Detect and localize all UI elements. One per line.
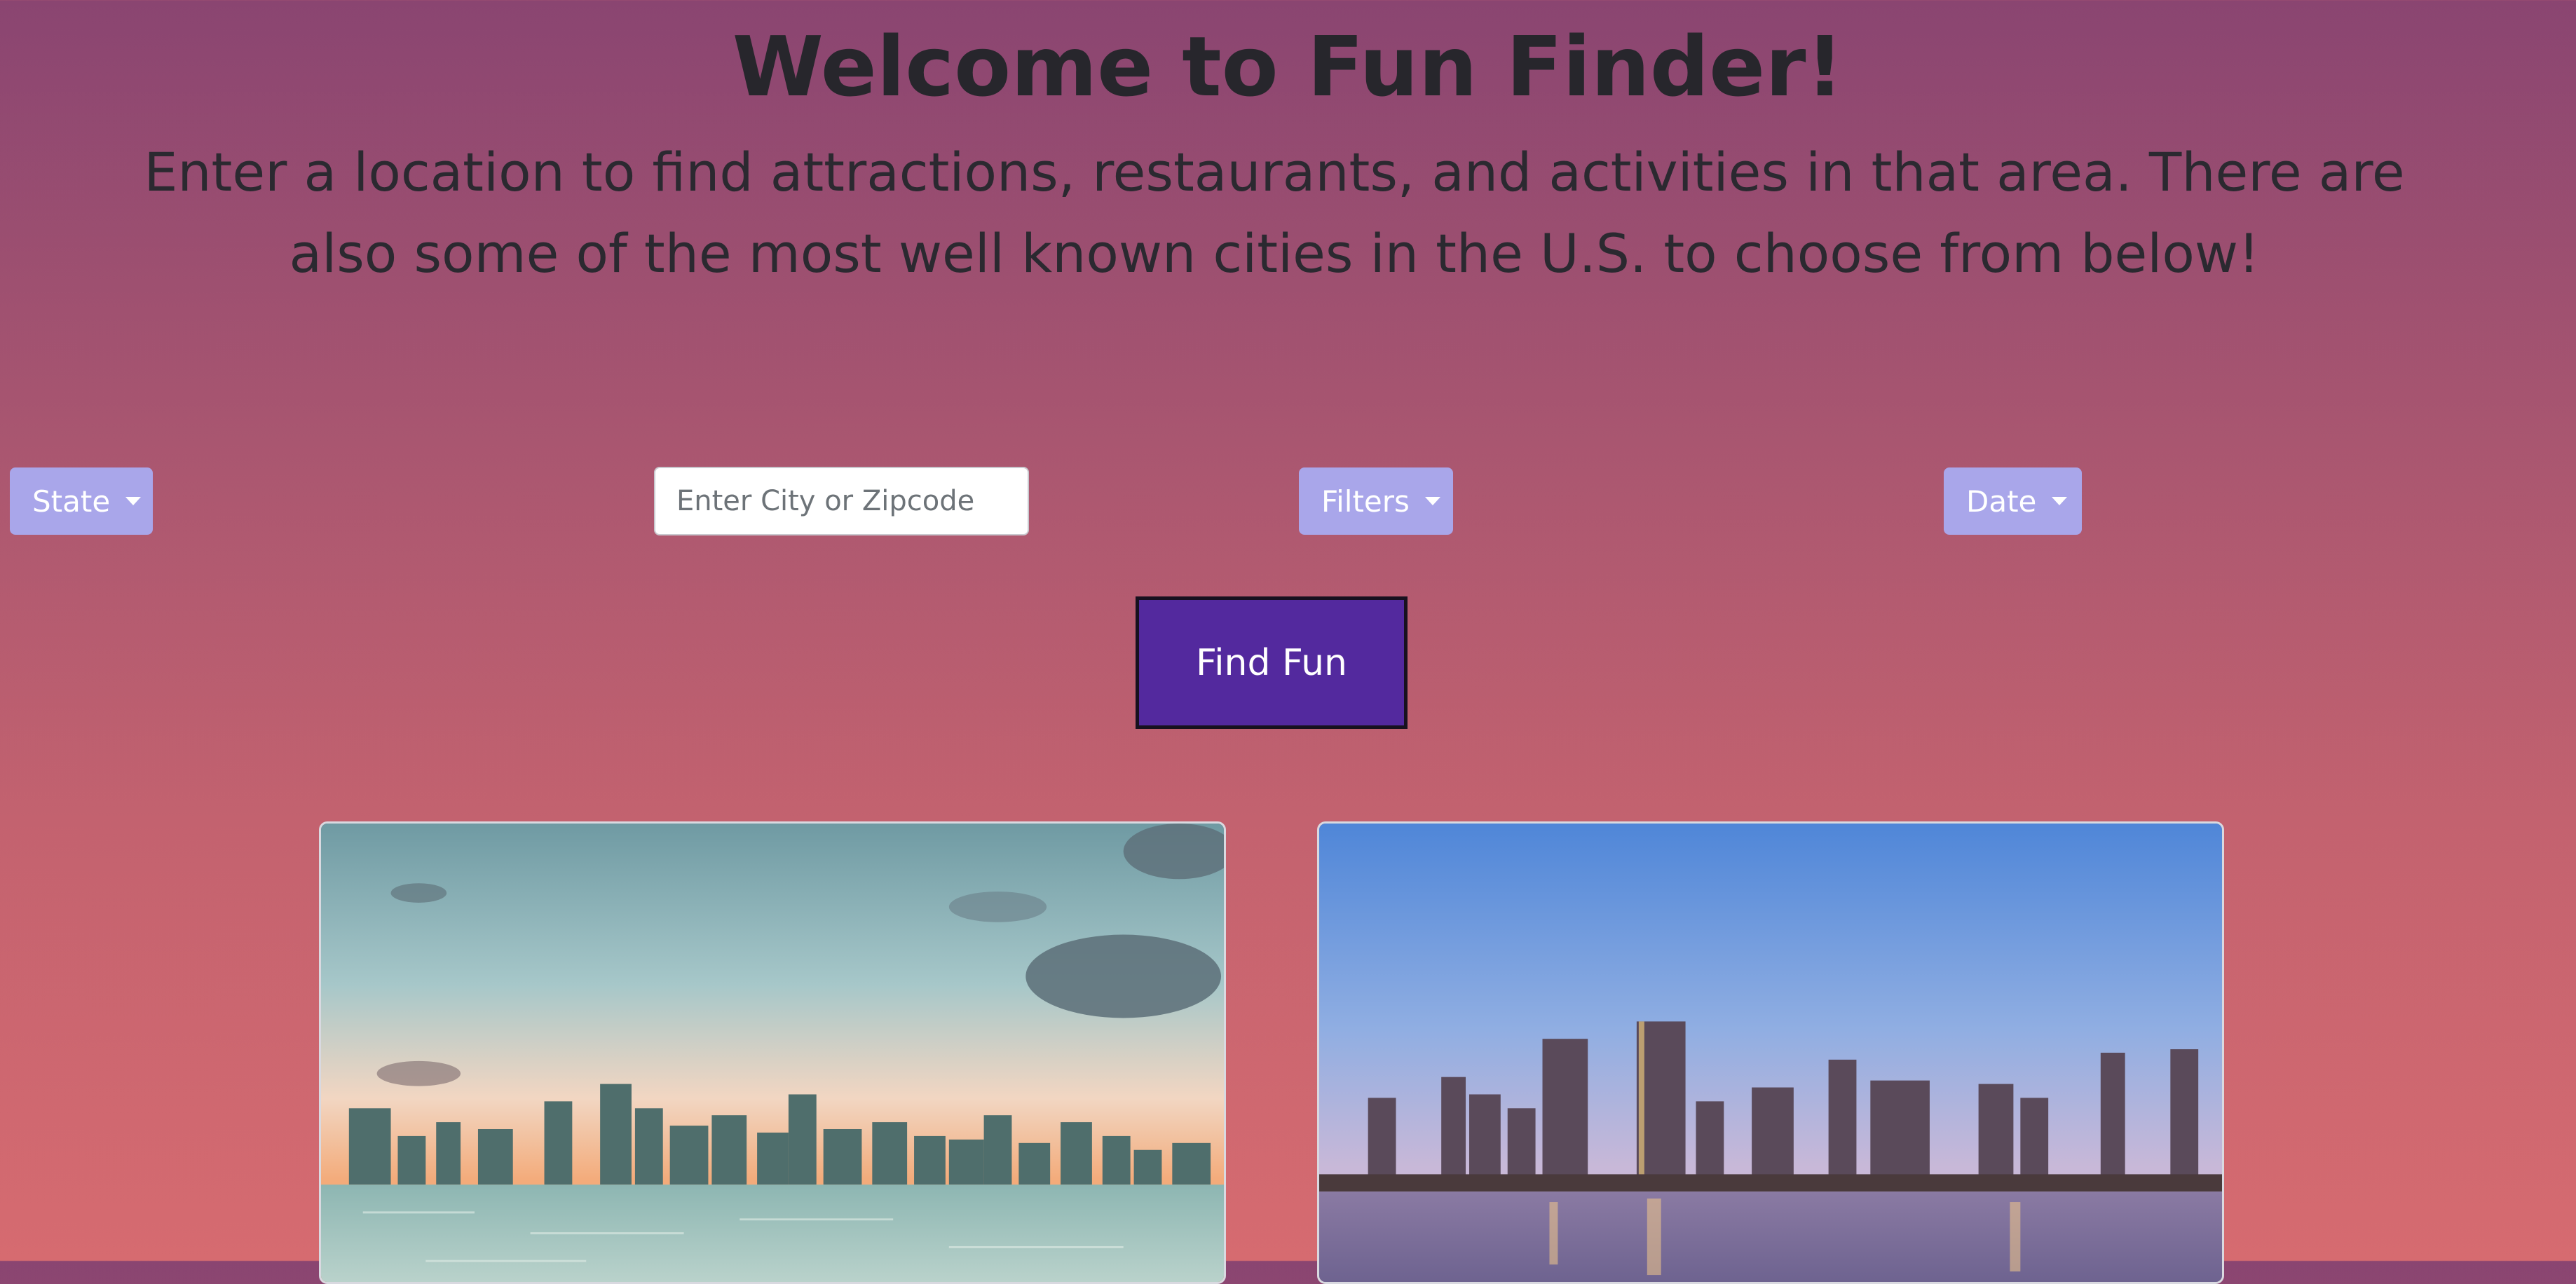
caret-down-icon xyxy=(2052,497,2068,505)
filters-dropdown-label: Filters xyxy=(1321,484,1410,519)
city-zipcode-input[interactable] xyxy=(654,467,1029,535)
miami-skyline-photo xyxy=(321,824,1224,1282)
city-card-san-diego[interactable] xyxy=(1317,821,2224,1284)
date-dropdown[interactable]: Date xyxy=(1944,467,2082,535)
san-diego-skyline-photo xyxy=(1319,824,2222,1282)
find-fun-button[interactable]: Find Fun xyxy=(1136,596,1408,729)
find-fun-label: Find Fun xyxy=(1195,641,1348,684)
state-dropdown[interactable]: State xyxy=(10,467,153,535)
caret-down-icon xyxy=(1424,497,1440,505)
filters-dropdown[interactable]: Filters xyxy=(1299,467,1453,535)
date-dropdown-label: Date xyxy=(1966,484,2037,519)
state-dropdown-label: State xyxy=(32,484,111,519)
city-card-miami[interactable] xyxy=(319,821,1226,1284)
page-title: Welcome to Fun Finder! xyxy=(732,18,1844,115)
page-subtitle: Enter a location to find attractions, re… xyxy=(144,141,2405,285)
caret-down-icon xyxy=(125,497,142,505)
